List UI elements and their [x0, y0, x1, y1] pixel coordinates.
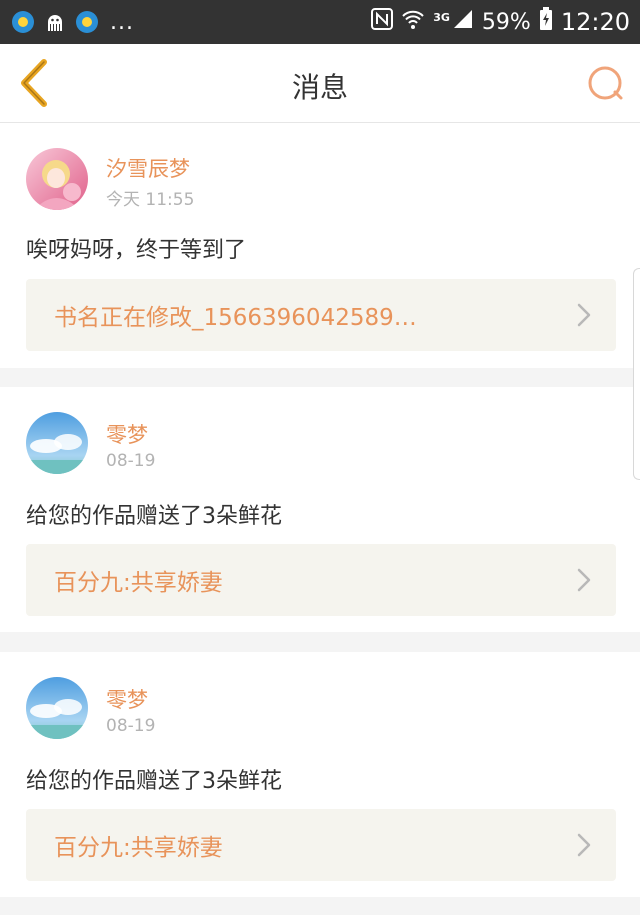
- battery-percent: 59%: [481, 9, 531, 35]
- book-link[interactable]: 书名正在修改_1566396042589…: [26, 279, 616, 351]
- avatar[interactable]: [26, 677, 88, 739]
- avatar[interactable]: [26, 148, 88, 210]
- book-link[interactable]: 百分九:共享娇妻: [26, 544, 616, 616]
- weather-sun-icon: [10, 9, 36, 35]
- nfc-icon: [371, 8, 394, 36]
- message-text: 给您的作品赠送了3朵鲜花: [26, 504, 282, 529]
- message-time: 08-19: [106, 451, 156, 471]
- search-icon: [588, 66, 623, 100]
- message-time: 08-19: [106, 716, 156, 736]
- signal-icon: [452, 8, 474, 36]
- page-title: 消息: [291, 71, 348, 104]
- message-card: 零梦 08-19 给您的作品赠送了3朵鲜花 百分九:共享娇妻: [0, 387, 640, 632]
- user-name[interactable]: 零梦: [106, 684, 148, 714]
- book-link[interactable]: 百分九:共享娇妻: [26, 809, 616, 881]
- battery-icon: [539, 7, 553, 37]
- avatar[interactable]: [26, 412, 88, 474]
- message-time: 今天 11:55: [106, 190, 195, 210]
- message-text: 给您的作品赠送了3朵鲜花: [26, 769, 282, 794]
- network-type: 3G: [433, 10, 450, 24]
- search-button[interactable]: [586, 64, 626, 104]
- user-name[interactable]: 汐雪辰梦: [106, 153, 190, 183]
- chevron-right-icon: [577, 833, 591, 857]
- clock: 12:20: [560, 8, 630, 36]
- chevron-right-icon: [577, 303, 591, 327]
- wifi-icon: [401, 8, 425, 36]
- app-header: 消息: [0, 44, 640, 123]
- book-title: 百分九:共享娇妻: [54, 835, 223, 861]
- user-name[interactable]: 零梦: [106, 419, 148, 449]
- chevron-right-icon: [577, 568, 591, 592]
- edge-panel-handle[interactable]: [633, 268, 640, 480]
- weather-sun-icon: [74, 9, 100, 35]
- book-title: 书名正在修改_1566396042589…: [54, 305, 417, 331]
- status-bar: ... 3G 59% 12:20: [0, 0, 640, 44]
- message-card: 汐雪辰梦 今天 11:55 唉呀妈呀，终于等到了 书名正在修改_15663960…: [0, 123, 640, 368]
- message-card: 零梦 08-19 给您的作品赠送了3朵鲜花 百分九:共享娇妻: [0, 652, 640, 897]
- more-notifications: ...: [110, 9, 134, 35]
- message-text: 唉呀妈呀，终于等到了: [26, 238, 247, 263]
- book-title: 百分九:共享娇妻: [54, 570, 223, 596]
- octopus-icon: [42, 9, 68, 35]
